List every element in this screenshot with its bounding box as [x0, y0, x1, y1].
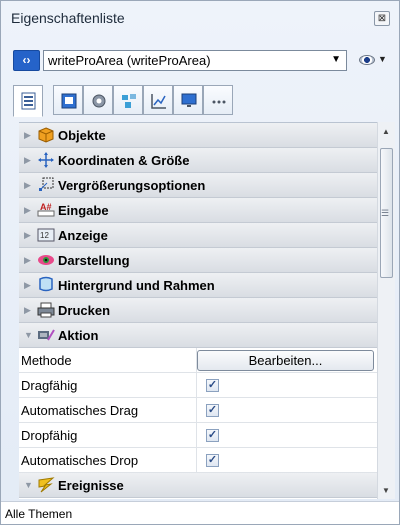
- expand-triangle-icon: ▶: [24, 205, 31, 215]
- tab-more[interactable]: [203, 85, 233, 115]
- more-icon: [212, 100, 226, 104]
- scroll-up-icon[interactable]: ▲: [382, 127, 390, 136]
- chevron-down-icon: ▼: [331, 54, 341, 65]
- property-list-panel: Eigenschaftenliste ⊠ ‹› writeProArea (wr…: [0, 0, 400, 525]
- scroll-down-icon[interactable]: ▼: [382, 486, 390, 495]
- group-label: Vergrößerungsoptionen: [58, 178, 206, 193]
- property-list: ▶ Objekte ▶ Koordinaten & Größe ▶ Vergrö…: [19, 122, 377, 499]
- tab-list[interactable]: [13, 85, 43, 117]
- move-icon: [38, 152, 54, 168]
- group-koordinaten[interactable]: ▶ Koordinaten & Größe: [19, 148, 377, 173]
- tab-object[interactable]: [53, 85, 83, 115]
- vertical-scrollbar[interactable]: ▲ ☰ ▼: [377, 122, 395, 499]
- object-selector-row: ‹› writeProArea (writeProArea) ▼ ▼: [1, 47, 399, 75]
- group-ereignisse[interactable]: ▼ Ereignisse: [19, 473, 377, 498]
- property-row-automatisches-drag: Automatisches Drag ✓: [19, 398, 377, 423]
- action-icon: [38, 329, 55, 341]
- column-divider: [196, 398, 197, 423]
- group-drucken[interactable]: ▶ Drucken: [19, 298, 377, 323]
- eye-icon: [359, 55, 375, 65]
- property-label: Methode: [21, 353, 72, 368]
- object-select[interactable]: writeProArea (writeProArea) ▼: [43, 50, 347, 71]
- group-eingabe[interactable]: ▶ A# Eingabe: [19, 198, 377, 223]
- display-icon: 12: [37, 228, 55, 242]
- group-darstellung[interactable]: ▶ Darstellung: [19, 248, 377, 273]
- dropfaehig-checkbox[interactable]: ✓: [206, 429, 219, 442]
- border-icon: [39, 276, 53, 292]
- list-icon: [21, 92, 36, 110]
- tab-layout[interactable]: [113, 85, 143, 115]
- property-row-methode: Methode Bearbeiten...: [19, 348, 377, 373]
- chevron-down-icon: ▼: [378, 54, 387, 64]
- group-label: Anzeige: [58, 228, 108, 243]
- property-label: Dropfähig: [21, 428, 78, 443]
- scroll-grip-icon: ☰: [381, 208, 390, 218]
- group-label: Koordinaten & Größe: [58, 153, 190, 168]
- status-text: Alle Themen: [5, 507, 73, 521]
- visibility-menu-button[interactable]: ▼: [357, 50, 389, 71]
- tab-monitor[interactable]: [173, 85, 203, 115]
- expand-triangle-icon: ▶: [24, 155, 31, 165]
- dragfaehig-checkbox[interactable]: ✓: [206, 379, 219, 392]
- window-title: Eigenschaftenliste: [11, 10, 125, 26]
- property-label: Automatisches Drop: [21, 453, 139, 468]
- close-icon[interactable]: ⊠: [374, 11, 390, 26]
- svg-text:A#: A#: [40, 202, 52, 212]
- property-row-dropfaehig: Dropfähig ✓: [19, 423, 377, 448]
- cube-icon: [38, 127, 54, 143]
- object-navigation-icon[interactable]: ‹›: [13, 50, 40, 71]
- input-icon: A#: [37, 202, 55, 217]
- group-vergroesserung[interactable]: ▶ Vergrößerungsoptionen: [19, 173, 377, 198]
- group-objekte[interactable]: ▶ Objekte: [19, 123, 377, 148]
- monitor-icon: [181, 93, 197, 107]
- group-label: Ereignisse: [58, 478, 124, 493]
- automatisches-drop-checkbox[interactable]: ✓: [206, 454, 219, 467]
- group-label: Darstellung: [58, 253, 130, 268]
- group-label: Hintergrund und Rahmen: [58, 278, 215, 293]
- object-select-value: writeProArea (writeProArea): [48, 53, 211, 68]
- expand-triangle-icon: ▶: [24, 305, 31, 315]
- gear-icon: [92, 94, 106, 108]
- column-divider: [196, 373, 197, 398]
- expand-triangle-icon: ▶: [24, 280, 31, 290]
- collapse-triangle-icon: ▼: [24, 330, 33, 340]
- resize-icon: [39, 177, 54, 191]
- eye-icon: [38, 255, 54, 265]
- tab-settings[interactable]: [83, 85, 113, 115]
- edit-method-button[interactable]: Bearbeiten...: [197, 350, 374, 371]
- title-bar: Eigenschaftenliste ⊠: [1, 1, 399, 37]
- group-label: Eingabe: [58, 203, 109, 218]
- tab-chart[interactable]: [143, 85, 173, 115]
- chart-icon: [151, 94, 166, 109]
- group-aktion[interactable]: ▼ Aktion: [19, 323, 377, 348]
- group-label: Drucken: [58, 303, 111, 318]
- property-label: Dragfähig: [21, 378, 78, 393]
- group-label: Aktion: [58, 328, 99, 343]
- expand-triangle-icon: ▶: [24, 130, 31, 140]
- automatisches-drag-checkbox[interactable]: ✓: [206, 404, 219, 417]
- property-row-dragfaehig: Dragfähig ✓: [19, 373, 377, 398]
- printer-icon: [37, 302, 55, 318]
- collapse-triangle-icon: ▼: [24, 480, 33, 490]
- property-label: Automatisches Drag: [21, 403, 139, 418]
- layout-icon: [122, 94, 136, 108]
- property-row-automatisches-drop: Automatisches Drop ✓: [19, 448, 377, 473]
- column-divider: [196, 448, 197, 473]
- column-divider: [196, 423, 197, 448]
- object-icon: [61, 93, 77, 109]
- group-label: Objekte: [58, 128, 106, 143]
- status-bar: Alle Themen: [1, 501, 399, 524]
- svg-text:12: 12: [40, 231, 49, 240]
- group-anzeige[interactable]: ▶ 12 Anzeige: [19, 223, 377, 248]
- expand-triangle-icon: ▶: [24, 255, 31, 265]
- expand-triangle-icon: ▶: [24, 180, 31, 190]
- expand-triangle-icon: ▶: [24, 230, 31, 240]
- lightning-icon: [38, 477, 55, 493]
- group-hintergrund[interactable]: ▶ Hintergrund und Rahmen: [19, 273, 377, 298]
